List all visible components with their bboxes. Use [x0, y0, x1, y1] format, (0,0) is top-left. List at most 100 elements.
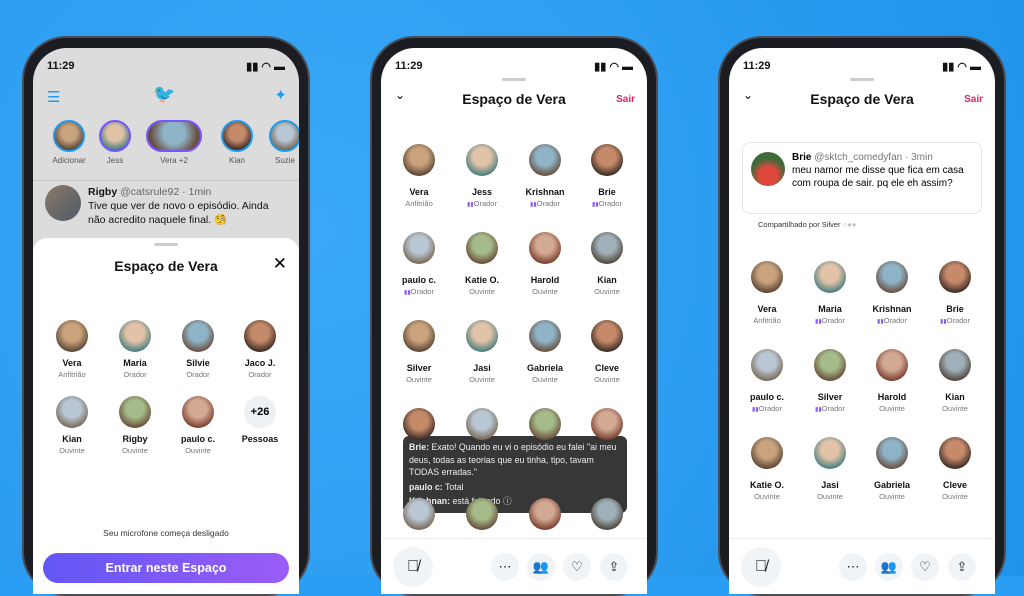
avatar-vera[interactable]	[751, 261, 783, 293]
signal-icon: ▮▮ ◠ ▬	[246, 61, 285, 73]
avatar-kian[interactable]	[591, 232, 623, 264]
avatar-silver[interactable]	[814, 349, 846, 381]
shared-tweet-card[interactable]: Brie @sktch_comedyfan · 3min meu namor m…	[742, 142, 982, 214]
caption-text: Total	[442, 481, 464, 492]
avatar-maria[interactable]	[814, 261, 846, 293]
avatar-krishnan[interactable]	[529, 144, 561, 176]
participant-name: paulo c.	[180, 434, 216, 444]
share-icon[interactable]: ⇪	[600, 553, 628, 581]
participant-name: Brie	[946, 304, 964, 314]
caption-speaker: paulo c:	[409, 481, 443, 492]
avatar	[466, 498, 498, 530]
avatar-pauloc[interactable]	[403, 232, 435, 264]
avatar-jasi[interactable]	[466, 320, 498, 352]
participant-name: Gabriela	[873, 480, 911, 490]
avatar-brie[interactable]	[939, 261, 971, 293]
avatar-katieo[interactable]	[751, 437, 783, 469]
more-people-label: Pessoas	[241, 434, 279, 444]
participant-name: Vera	[409, 187, 429, 197]
avatar-maria[interactable]	[119, 320, 151, 352]
participant-name: Katie O.	[749, 480, 785, 490]
more-icon[interactable]: ⋯	[839, 553, 867, 581]
participant-role: Ouvinte	[754, 492, 780, 501]
avatar-jasi[interactable]	[814, 437, 846, 469]
participant-role: Ouvinte	[942, 492, 968, 501]
avatar-krishnan[interactable]	[876, 261, 908, 293]
avatar-jacoj[interactable]	[244, 320, 276, 352]
avatar-silver[interactable]	[403, 320, 435, 352]
story-jess[interactable]	[99, 120, 131, 152]
avatar-katieo[interactable]	[466, 232, 498, 264]
avatar-pauloc[interactable]	[182, 396, 214, 428]
participant-name: Silver	[406, 363, 432, 373]
avatar-harold[interactable]	[876, 349, 908, 381]
join-space-button[interactable]: Entrar neste Espaço	[43, 553, 289, 583]
heart-add-icon[interactable]: ♡	[911, 553, 939, 581]
participant-name: Maria	[818, 304, 842, 314]
caption-line: Brie: Exato! Quando eu vi o episódio eu …	[409, 441, 621, 479]
avatar-harold[interactable]	[529, 232, 561, 264]
signal-icon: ▮▮ ◠ ▬	[594, 61, 633, 73]
avatar-kian[interactable]	[939, 349, 971, 381]
story-adicionar[interactable]	[53, 120, 85, 152]
story-vera[interactable]	[146, 120, 202, 152]
avatar-kian[interactable]	[56, 396, 88, 428]
avatar-gabriela[interactable]	[529, 320, 561, 352]
participant-role: Orador	[752, 404, 782, 413]
leave-button[interactable]: Sair	[616, 94, 635, 105]
tweet[interactable]: Rigby @catsrule92 · 1min Tive que ver de…	[88, 185, 288, 227]
avatar-pauloc[interactable]	[751, 349, 783, 381]
participant-role: Orador	[467, 199, 497, 208]
participant-role: Ouvinte	[469, 375, 495, 384]
avatar-gabriela[interactable]	[876, 437, 908, 469]
avatar-silvie[interactable]	[182, 320, 214, 352]
participant-role: Ouvinte	[122, 446, 148, 455]
tweet-text: meu namor me disse que fica em casa com …	[792, 165, 964, 189]
participant-role: Orador	[248, 370, 272, 379]
avatar	[591, 408, 623, 440]
people-icon[interactable]: 👥	[527, 553, 555, 581]
participant-name: Silver	[817, 392, 843, 402]
avatar-vera[interactable]	[403, 144, 435, 176]
heart-add-icon[interactable]: ♡	[563, 553, 591, 581]
participant-role: Ouvinte	[59, 446, 85, 455]
participant-name: Brie	[598, 187, 616, 197]
participant-role: Orador	[123, 370, 147, 379]
participant-role: Orador	[404, 287, 434, 296]
story-label: Adicionar	[52, 156, 86, 165]
mic-off-icon[interactable]: 🎙̸	[393, 547, 433, 587]
close-icon[interactable]: ✕	[273, 254, 287, 274]
participant-name: Katie O.	[464, 275, 500, 285]
captions-panel: Brie: Exato! Quando eu vi o episódio eu …	[403, 436, 627, 513]
participant-name: Krishnan	[525, 187, 565, 197]
mic-off-icon[interactable]: 🎙̸	[741, 547, 781, 587]
participant-name: Jaco J.	[244, 358, 276, 368]
shared-by-text: Compartilhado por Silver	[758, 220, 841, 229]
share-icon[interactable]: ⇪	[948, 553, 976, 581]
participant-role: Orador	[530, 199, 560, 208]
leave-button[interactable]: Sair	[964, 94, 983, 105]
avatar	[591, 498, 623, 530]
menu-icon[interactable]: ☰	[47, 88, 60, 106]
participant-role: Anfitrião	[753, 316, 781, 325]
avatar-jess[interactable]	[466, 144, 498, 176]
participant-name: Gabriela	[526, 363, 564, 373]
participant-role: Ouvinte	[942, 404, 968, 413]
avatar	[751, 152, 785, 186]
participant-role: Ouvinte	[594, 375, 620, 384]
more-icon[interactable]: ⋯	[491, 553, 519, 581]
participant-role: Anfitrião	[405, 199, 433, 208]
avatar-cleve[interactable]	[939, 437, 971, 469]
people-icon[interactable]: 👥	[875, 553, 903, 581]
participant-name: Kian	[945, 392, 965, 402]
avatar-rigby[interactable]	[119, 396, 151, 428]
avatar-cleve[interactable]	[591, 320, 623, 352]
avatar-brie[interactable]	[591, 144, 623, 176]
sparkle-icon[interactable]: ✦	[274, 86, 287, 104]
story-kian[interactable]	[221, 120, 253, 152]
participant-name: Kian	[62, 434, 82, 444]
participant-role: Orador	[940, 316, 970, 325]
more-people-button[interactable]: +26	[244, 396, 276, 428]
story-suzie[interactable]	[269, 120, 299, 152]
avatar-vera[interactable]	[56, 320, 88, 352]
